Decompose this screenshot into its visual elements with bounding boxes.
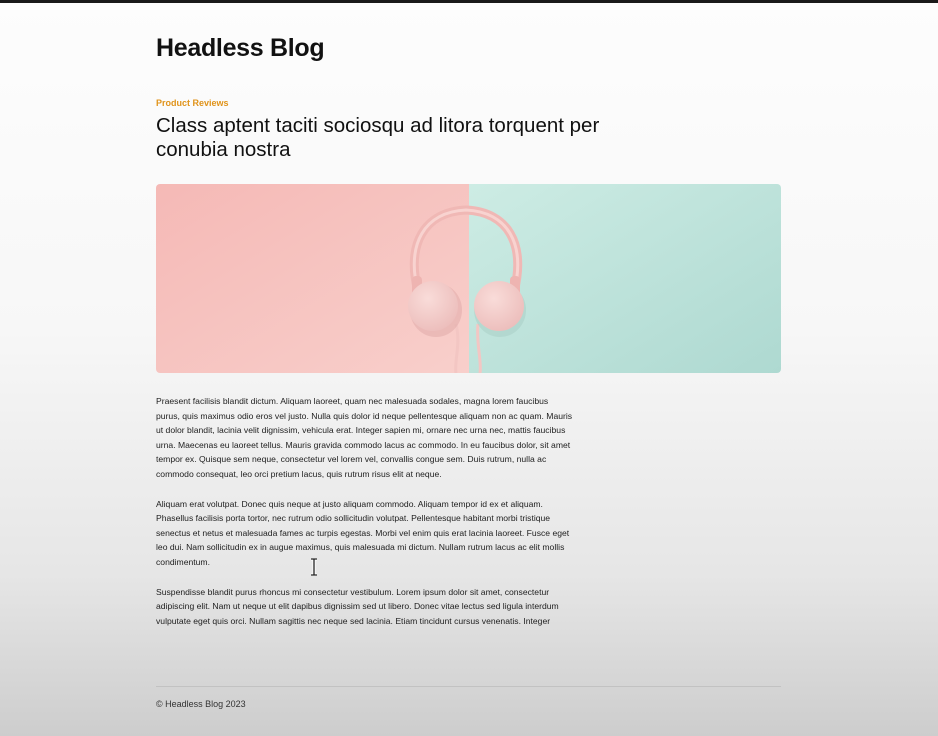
post-paragraph: Aliquam erat volutpat. Donec quis neque … — [156, 498, 570, 567]
text-cursor-icon — [309, 557, 319, 577]
footer-divider — [156, 686, 781, 687]
post-body: Praesent facilisis blandit dictum. Aliqu… — [156, 394, 626, 643]
post-hero-image — [156, 184, 781, 373]
copyright-text: © Headless Blog 2023 — [156, 699, 246, 709]
post-paragraph: Praesent facilisis blandit dictum. Aliqu… — [156, 396, 573, 479]
post-paragraph: Suspendisse blandit purus rhoncus mi con… — [156, 586, 559, 626]
post-title: Class aptent taciti sociosqu ad litora t… — [156, 114, 600, 161]
post-category[interactable]: Product Reviews — [156, 98, 229, 108]
site-title[interactable]: Headless Blog — [156, 34, 325, 63]
window-top-bar — [0, 0, 938, 3]
